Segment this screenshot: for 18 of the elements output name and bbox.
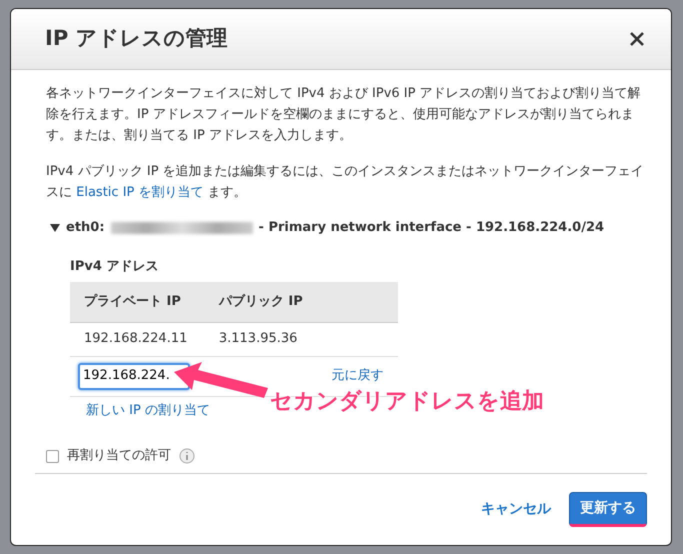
revert-link[interactable]: 元に戻す: [331, 368, 384, 384]
ip-input-field[interactable]: 192.168.224.: [78, 363, 190, 390]
column-header: プライベート IP: [70, 282, 205, 323]
update-button[interactable]: 更新する: [569, 492, 647, 527]
description-text: 各ネットワークインターフェイスに対して IPv4 および IPv6 IP アドレスの割り当ておよび割り当て解除を行えます。IP アドレスフィールドを空欄のままにすると、使用可能なアドレスが割り当てられます。または、割り当てる IP アドレスを入力します。: [46, 85, 642, 145]
section-heading: IPv4 アドレス: [70, 258, 160, 276]
table-cell: 192.168.224.11: [70, 322, 205, 357]
column-header: パブリック IP: [204, 282, 318, 323]
checkbox-label: 再割り当ての許可: [67, 446, 171, 465]
note-text: IPv4 パブリック IP を追加または編集するには、このインスタンスまたはネットワークインターフェイスに Elastic IP を割り当て ます。: [46, 163, 645, 202]
dialog-title: IP アドレスの管理: [45, 26, 228, 52]
interface-label: eth0:: [66, 218, 105, 237]
interface-detail: - Primary network interface - 192.168.224.0/24: [258, 218, 604, 237]
annotation-text: セカンダリアドレスを追加: [270, 388, 544, 416]
cancel-button[interactable]: キャンセル: [475, 498, 557, 521]
table-cell: 3.113.95.36: [204, 322, 318, 357]
assign-new-ip-link[interactable]: 新しい IP の割り当て: [86, 400, 210, 422]
elastic-ip-link[interactable]: Elastic IP を割り当て: [76, 185, 204, 200]
